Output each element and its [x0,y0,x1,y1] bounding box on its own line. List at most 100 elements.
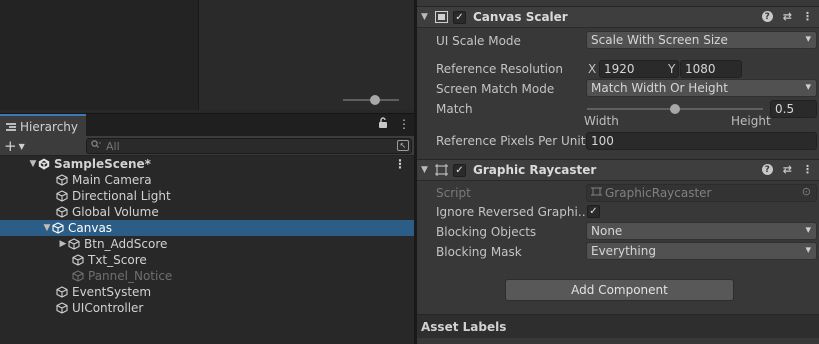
unity-scene-icon [38,158,50,170]
blocking-objects-value: None [591,224,623,238]
tree-row-label: Main Camera [72,173,152,187]
x-label: X [588,62,597,76]
search-in-scene-icon[interactable]: ↖ [397,140,409,151]
gameobject-cube-icon [56,190,68,202]
screen-match-mode-label: Screen Match Mode [436,82,555,96]
canvas-scaler-enabled-checkbox[interactable]: ✓ [453,10,466,24]
blocking-mask-label: Blocking Mask [436,245,522,259]
canvas-scaler-icon [435,11,449,23]
help-icon[interactable]: ? [761,11,773,22]
graphic-raycaster-enabled-checkbox[interactable]: ✓ [453,163,466,177]
gameobject-cube-icon [56,206,68,218]
tab-hierarchy[interactable]: Hierarchy [0,114,86,137]
tree-row-label: Btn_AddScore [84,237,168,251]
hierarchy-tree: ▼ SampleScene* ⋮ Main Camera Directional… [0,156,414,344]
left-panel: Hierarchy ⋮ + ▼ ↖ ▼ SampleScene* ⋮ [0,0,414,344]
match-label: Match [436,102,473,116]
tree-row-pannel-notice[interactable]: Pannel_Notice [0,268,414,284]
search-icon [91,140,102,152]
tree-row-btn-addscore[interactable]: ▶ Btn_AddScore [0,236,414,252]
blocking-mask-value: Everything [591,244,656,258]
tree-row-main-camera[interactable]: Main Camera [0,172,414,188]
scene-kebab-icon[interactable]: ⋮ [394,157,406,171]
gameobject-cube-icon [56,286,68,298]
blocking-mask-dropdown[interactable]: Everything [586,242,817,260]
scene-side-pane [199,0,414,110]
script-label: Script [436,186,471,200]
match-width-label: Width [584,114,619,128]
gameobject-cube-icon [56,174,68,186]
tree-row-uicontroller[interactable]: UIController [0,300,414,316]
hierarchy-toolbar: + ▼ ↖ [0,136,414,156]
scene-name: SampleScene* [54,157,151,171]
screen-match-mode-value: Match Width Or Height [591,81,728,95]
create-dropdown-button[interactable]: + ▼ [4,137,25,155]
blocking-objects-dropdown[interactable]: None [586,222,817,240]
tab-menu-kebab-icon[interactable]: ⋮ [398,117,410,131]
tree-row-label: Pannel_Notice [88,269,173,283]
ignore-reversed-checkbox[interactable]: ✓ [587,205,600,218]
object-picker-icon[interactable]: ⊙ [802,185,811,198]
screen-match-mode-dropdown[interactable]: Match Width Or Height [586,79,817,97]
expand-arrow-icon[interactable]: ▼ [28,159,38,169]
gameobject-cube-icon [72,254,84,266]
hierarchy-search-input[interactable] [106,139,386,153]
ref-ppu-value: 100 [591,134,614,148]
inspector-panel: ▼ ✓ Canvas Scaler ? ⇄ ⋮ UI Scale Mode Sc… [417,0,819,344]
scene-view[interactable] [0,0,414,110]
match-value: 0.5 [775,102,795,116]
zoom-slider-thumb[interactable] [370,95,380,105]
help-icon[interactable]: ? [761,164,773,175]
gameobject-cube-icon [72,270,84,282]
graphic-raycaster-header[interactable]: ▼ ✓ Graphic Raycaster ? ⇄ ⋮ [417,159,819,181]
graphic-raycaster-title: Graphic Raycaster [473,163,597,177]
match-height-label: Height [731,114,771,128]
tree-row-directional-light[interactable]: Directional Light [0,188,414,204]
ui-scale-mode-label: UI Scale Mode [436,34,521,48]
ui-scale-mode-value: Scale With Screen Size [591,33,728,47]
tree-row-eventsystem[interactable]: EventSystem [0,284,414,300]
lock-icon[interactable] [378,117,388,132]
reference-resolution-label: Reference Resolution [436,62,563,76]
reference-resolution-y-value: 1080 [685,62,716,76]
component-menu-kebab-icon[interactable]: ⋮ [802,163,813,176]
header-icons: ? ⇄ ⋮ [761,163,813,176]
match-value-field[interactable]: 0.5 [770,100,817,118]
tree-row-label: Global Volume [72,205,159,219]
presets-icon[interactable]: ⇄ [783,10,792,23]
canvas-scaler-title: Canvas Scaler [473,10,568,24]
fold-arrow-icon[interactable]: ▼ [421,165,435,175]
asset-labels-header[interactable]: Asset Labels [417,314,819,338]
gameobject-cube-icon [52,222,64,234]
ref-ppu-label: Reference Pixels Per Unit [436,134,586,148]
component-menu-kebab-icon[interactable]: ⋮ [802,10,813,23]
reference-resolution-x-value: 1920 [604,62,635,76]
tree-row-txt-score[interactable]: Txt_Score [0,252,414,268]
gameobject-cube-icon [56,302,68,314]
canvas-scaler-header[interactable]: ▼ ✓ Canvas Scaler ? ⇄ ⋮ [417,6,819,28]
plus-icon: + [4,137,17,155]
tree-row-scene[interactable]: ▼ SampleScene* ⋮ [0,156,414,172]
fold-arrow-icon[interactable]: ▼ [421,12,435,22]
hierarchy-search-box[interactable]: ↖ [86,138,412,154]
tree-row-label: Directional Light [72,189,171,203]
match-slider-thumb[interactable] [670,104,680,114]
ref-ppu-field[interactable]: 100 [586,132,817,150]
reference-resolution-y-field[interactable]: 1080 [680,60,742,78]
tree-row-canvas[interactable]: ▼ Canvas [0,220,414,236]
y-label: Y [668,62,676,76]
expand-arrow-icon[interactable]: ▼ [42,223,52,233]
list-icon [6,122,16,131]
caret-down-icon: ▼ [18,141,25,151]
tree-row-label: EventSystem [72,285,152,299]
tree-row-label: Txt_Score [88,253,147,267]
tree-row-label: UIController [72,301,144,315]
reference-resolution-x-field[interactable]: 1920 [599,60,679,78]
ui-scale-mode-dropdown[interactable]: Scale With Screen Size [586,31,817,49]
add-component-button[interactable]: Add Component [505,279,734,301]
collapsed-arrow-icon[interactable]: ▶ [58,239,68,249]
header-icons: ? ⇄ ⋮ [761,10,813,23]
presets-icon[interactable]: ⇄ [783,163,792,176]
tree-row-label: Canvas [68,221,113,235]
tree-row-global-volume[interactable]: Global Volume [0,204,414,220]
